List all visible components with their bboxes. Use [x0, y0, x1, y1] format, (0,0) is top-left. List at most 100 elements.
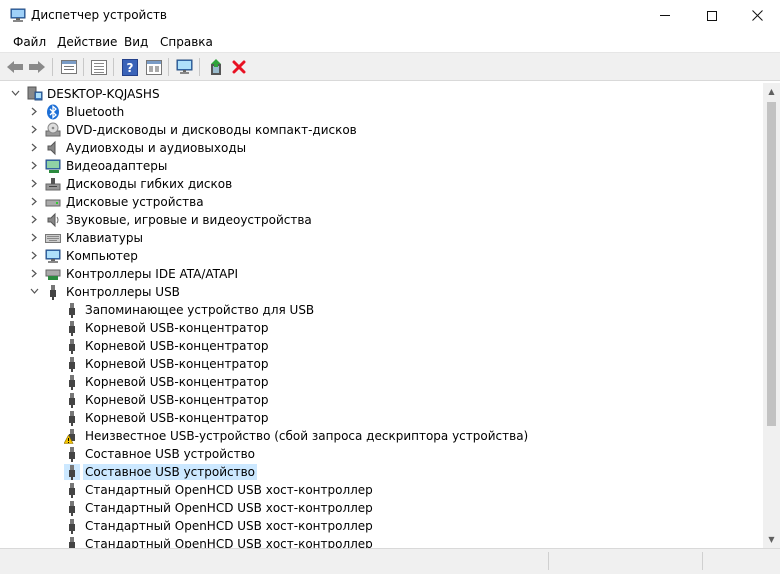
maximize-button[interactable] — [689, 0, 735, 31]
monitor-icon — [45, 249, 61, 263]
properties-icon — [61, 60, 77, 74]
usb-icon — [69, 393, 75, 408]
category-label: Видеоадаптеры — [66, 159, 168, 173]
floppy-drive-icon — [45, 178, 61, 191]
category-bluetooth[interactable]: Bluetooth — [2, 103, 763, 121]
expand-icon[interactable] — [27, 248, 41, 262]
usb-icon — [69, 501, 75, 516]
category-dvd[interactable]: DVD-дисководы и дисководы компакт-дисков — [2, 121, 763, 139]
category-disk-drives[interactable]: Дисковые устройства — [2, 193, 763, 211]
usb-device-item[interactable]: Составное USB устройство — [2, 445, 763, 463]
usb-device-item[interactable]: Корневой USB-концентратор — [2, 373, 763, 391]
sound-device-icon — [47, 212, 59, 228]
expand-icon[interactable] — [27, 158, 41, 172]
expand-icon[interactable] — [27, 230, 41, 244]
category-floppy[interactable]: Дисководы гибких дисков — [2, 175, 763, 193]
usb-device-item[interactable]: Стандартный OpenHCD USB хост-контроллер — [2, 535, 763, 548]
speaker-icon — [47, 140, 56, 156]
expand-icon[interactable] — [27, 212, 41, 226]
title-bar: Диспетчер устройств — [0, 0, 780, 31]
device-label: Составное USB устройство — [85, 447, 256, 461]
device-label: Запоминающее устройство для USB — [85, 303, 315, 317]
maximize-icon — [707, 10, 717, 21]
category-keyboards[interactable]: Клавиатуры — [2, 229, 763, 247]
menu-action[interactable]: Действие — [57, 35, 117, 49]
expand-icon[interactable] — [27, 176, 41, 190]
usb-icon — [69, 483, 75, 498]
scan-hardware-button[interactable] — [175, 57, 195, 77]
expand-icon[interactable] — [27, 122, 41, 136]
category-computer[interactable]: Компьютер — [2, 247, 763, 265]
back-icon — [7, 61, 23, 73]
tree-root[interactable]: DESKTOP-KQJASHS — [2, 85, 763, 103]
expand-icon[interactable] — [27, 140, 41, 154]
update-driver-icon — [211, 58, 221, 75]
uninstall-button[interactable] — [229, 57, 249, 77]
category-label: Контроллеры USB — [66, 285, 180, 299]
expand-icon[interactable] — [27, 104, 41, 118]
device-label: Составное USB устройство — [83, 464, 258, 480]
scrollbar-thumb[interactable] — [767, 102, 776, 426]
usb-icon — [69, 411, 75, 426]
bluetooth-icon — [47, 104, 59, 120]
ide-controller-icon — [45, 269, 61, 280]
expand-icon[interactable] — [27, 194, 41, 208]
menu-help[interactable]: Справка — [160, 35, 213, 49]
category-ide[interactable]: Контроллеры IDE ATA/ATAPI — [2, 265, 763, 283]
scroll-down-arrow-icon[interactable]: ▼ — [763, 531, 780, 548]
category-label: Клавиатуры — [66, 231, 143, 245]
menu-file[interactable]: Файл — [13, 35, 46, 49]
show-list-icon — [91, 59, 107, 75]
update-driver-button[interactable] — [206, 57, 226, 77]
scroll-up-arrow-icon[interactable]: ▲ — [763, 83, 780, 100]
expand-icon[interactable] — [27, 266, 41, 280]
usb-device-item[interactable]: Стандартный OpenHCD USB хост-контроллер — [2, 499, 763, 517]
device-label: Неизвестное USB-устройство (сбой запроса… — [85, 429, 529, 443]
usb-icon — [50, 285, 56, 300]
usb-device-item[interactable]: Корневой USB-концентратор — [2, 337, 763, 355]
category-audio-io[interactable]: Аудиовходы и аудиовыходы — [2, 139, 763, 157]
show-list-button[interactable] — [89, 57, 109, 77]
close-button[interactable] — [734, 0, 780, 31]
category-sound-video[interactable]: Звуковые, игровые и видеоустройства — [2, 211, 763, 229]
close-icon — [751, 10, 763, 21]
vertical-scrollbar[interactable]: ▲ ▼ — [763, 83, 780, 548]
category-usb[interactable]: Контроллеры USB — [2, 283, 763, 301]
svg-text:?: ? — [127, 61, 134, 75]
usb-device-item[interactable]: Корневой USB-концентратор — [2, 319, 763, 337]
device-tree: DESKTOP-KQJASHS Bluetooth DVD-дисководы … — [2, 83, 763, 548]
usb-device-item[interactable]: Стандартный OpenHCD USB хост-контроллер — [2, 517, 763, 535]
device-label: Корневой USB-концентратор — [85, 411, 269, 425]
toolbar-separator — [52, 58, 53, 76]
disk-drive-icon — [45, 199, 61, 207]
usb-warning-icon — [64, 429, 75, 444]
usb-device-item[interactable]: Корневой USB-концентратор — [2, 409, 763, 427]
category-label: Bluetooth — [66, 105, 125, 119]
back-button[interactable] — [5, 57, 25, 77]
category-label: Звуковые, игровые и видеоустройства — [66, 213, 312, 227]
forward-button[interactable] — [27, 57, 47, 77]
usb-device-item[interactable]: Корневой USB-концентратор — [2, 355, 763, 373]
collapse-icon[interactable] — [27, 284, 41, 298]
device-label: Стандартный OpenHCD USB хост-контроллер — [85, 537, 373, 548]
minimize-button[interactable] — [642, 0, 688, 31]
category-display-adapters[interactable]: Видеоадаптеры — [2, 157, 763, 175]
collapse-icon[interactable] — [8, 86, 22, 100]
uninstall-icon — [232, 60, 246, 74]
usb-device-item[interactable]: Запоминающее устройство для USB — [2, 301, 763, 319]
view-button[interactable] — [144, 57, 164, 77]
usb-device-item-selected[interactable]: Составное USB устройство — [2, 463, 763, 481]
toolbar: ? — [0, 53, 780, 81]
device-label: Стандартный OpenHCD USB хост-контроллер — [85, 519, 373, 533]
usb-icon — [69, 357, 75, 372]
usb-device-item-unknown[interactable]: Неизвестное USB-устройство (сбой запроса… — [2, 427, 763, 445]
device-label: Корневой USB-концентратор — [85, 393, 269, 407]
usb-device-item[interactable]: Стандартный OpenHCD USB хост-контроллер — [2, 481, 763, 499]
category-label: Дисководы гибких дисков — [66, 177, 233, 191]
properties-button[interactable] — [59, 57, 79, 77]
help-button[interactable]: ? — [120, 57, 140, 77]
menu-view[interactable]: Вид — [124, 35, 148, 49]
usb-icon — [69, 303, 75, 318]
toolbar-separator — [168, 58, 169, 76]
usb-device-item[interactable]: Корневой USB-концентратор — [2, 391, 763, 409]
